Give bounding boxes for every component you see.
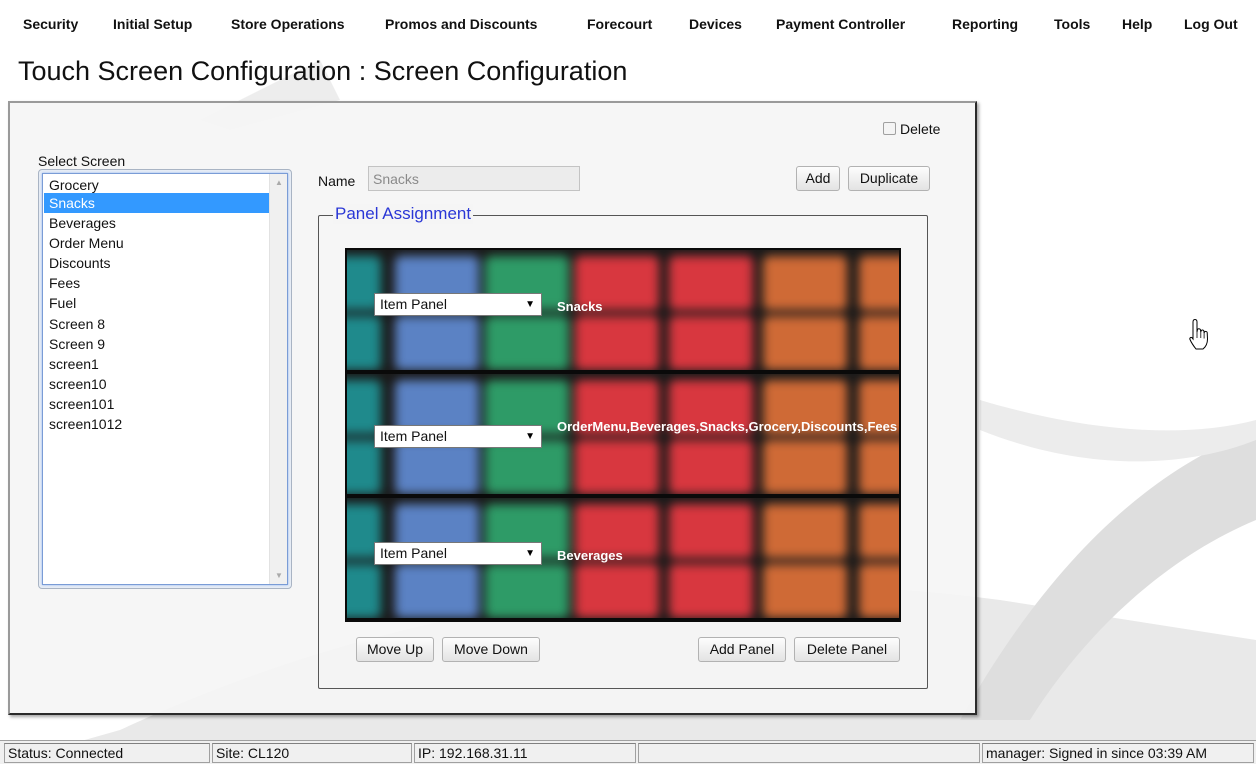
- move-down-button[interactable]: Move Down: [442, 637, 540, 662]
- add-button[interactable]: Add: [796, 166, 840, 191]
- panel-type-value: Item Panel: [380, 296, 447, 312]
- status-ip: IP: 192.168.31.11: [414, 743, 636, 763]
- page-title: Touch Screen Configuration : Screen Conf…: [18, 56, 628, 86]
- panel-tile: [763, 440, 847, 494]
- scroll-down-arrow-icon[interactable]: ▼: [275, 571, 283, 580]
- panel-preview-area: Item Panel ▼ Snacks Item Panel ▼ OrderMe…: [345, 248, 901, 622]
- panel-tile: [859, 316, 899, 370]
- screen-list-item[interactable]: Grocery: [44, 175, 269, 195]
- select-screen-label: Select Screen: [38, 153, 126, 169]
- panel-tile: [763, 316, 847, 370]
- panel-tile: [395, 564, 479, 618]
- panel-assignment-group: Panel Assignment Item Panel ▼ Snacks Ite…: [318, 204, 928, 689]
- menu-item-help[interactable]: Help: [1122, 16, 1152, 32]
- screen-configuration-form: Delete Select Screen Grocery Snacks Beve…: [8, 101, 977, 715]
- panel-type-select[interactable]: Item Panel ▼: [374, 542, 542, 565]
- menu-item-initial-setup[interactable]: Initial Setup: [113, 16, 192, 32]
- status-bar: Status: Connected Site: CL120 IP: 192.16…: [0, 740, 1256, 764]
- menu-item-reporting[interactable]: Reporting: [952, 16, 1018, 32]
- menu-item-store-operations[interactable]: Store Operations: [231, 16, 345, 32]
- screen-list-item[interactable]: Fuel: [44, 293, 269, 313]
- panel-tile: [347, 316, 381, 370]
- panel-tile: [763, 564, 847, 618]
- panel-tile: [347, 564, 381, 618]
- screen-list-item[interactable]: screen10: [44, 374, 269, 394]
- status-user: manager: Signed in since 03:39 AM: [982, 743, 1254, 763]
- screen-list-item[interactable]: Fees: [44, 273, 269, 293]
- menu-item-log-out[interactable]: Log Out: [1184, 16, 1238, 32]
- add-panel-button[interactable]: Add Panel: [698, 637, 786, 662]
- list-scrollbar[interactable]: ▲ ▼: [269, 174, 287, 584]
- menu-item-devices[interactable]: Devices: [689, 16, 742, 32]
- panel-tile: [669, 564, 753, 618]
- scroll-up-arrow-icon[interactable]: ▲: [275, 178, 283, 187]
- screen-list-item[interactable]: Screen 9: [44, 334, 269, 354]
- panel-tile: [485, 564, 569, 618]
- screen-list-item[interactable]: Order Menu: [44, 233, 269, 253]
- panel-tile: [859, 564, 899, 618]
- panel-tile: [669, 316, 753, 370]
- panel-type-select[interactable]: Item Panel ▼: [374, 425, 542, 448]
- panel-row[interactable]: Item Panel ▼ Beverages: [347, 498, 899, 618]
- delete-checkbox[interactable]: Delete: [883, 121, 940, 137]
- menu-item-payment-controller[interactable]: Payment Controller: [776, 16, 905, 32]
- screen-list-item-selected[interactable]: Snacks: [44, 193, 269, 213]
- panel-tile: [485, 440, 569, 494]
- menu-item-security[interactable]: Security: [23, 16, 78, 32]
- delete-panel-button[interactable]: Delete Panel: [794, 637, 900, 662]
- panel-tile: [347, 440, 381, 494]
- name-label: Name: [318, 173, 356, 189]
- panel-type-select[interactable]: Item Panel ▼: [374, 293, 542, 316]
- panel-screens-label: Snacks: [557, 299, 603, 314]
- panel-tile: [395, 440, 479, 494]
- panel-tile: [485, 316, 569, 370]
- panel-tile: [575, 564, 659, 618]
- panel-screens-label: OrderMenu,Beverages,Snacks,Grocery,Disco…: [557, 419, 898, 434]
- status-spacer: [638, 743, 980, 763]
- dropdown-arrow-icon: ▼: [525, 431, 535, 442]
- panel-row[interactable]: Item Panel ▼ OrderMenu,Beverages,Snacks,…: [347, 374, 899, 494]
- panel-screens-label: Beverages: [557, 548, 623, 563]
- panel-row[interactable]: Item Panel ▼ Snacks: [347, 250, 899, 370]
- status-site: Site: CL120: [212, 743, 412, 763]
- screen-list-item[interactable]: screen1: [44, 354, 269, 374]
- checkbox-icon[interactable]: [883, 122, 896, 135]
- dropdown-arrow-icon: ▼: [525, 299, 535, 310]
- screen-list-item[interactable]: Beverages: [44, 213, 269, 233]
- panel-type-value: Item Panel: [380, 428, 447, 444]
- screen-list-item[interactable]: Screen 8: [44, 314, 269, 334]
- status-connection: Status: Connected: [4, 743, 210, 763]
- menu-item-tools[interactable]: Tools: [1054, 16, 1090, 32]
- main-menu-bar: Security Initial Setup Store Operations …: [0, 0, 1256, 50]
- screen-list-item[interactable]: screen1012: [44, 414, 269, 434]
- move-up-button[interactable]: Move Up: [356, 637, 434, 662]
- menu-item-promos-and-discounts[interactable]: Promos and Discounts: [385, 16, 537, 32]
- duplicate-button[interactable]: Duplicate: [848, 166, 930, 191]
- panel-tile: [669, 440, 753, 494]
- panel-tile: [859, 440, 899, 494]
- panel-type-value: Item Panel: [380, 545, 447, 561]
- panel-assignment-legend: Panel Assignment: [333, 204, 474, 224]
- menu-item-forecourt[interactable]: Forecourt: [587, 16, 652, 32]
- screen-list-item[interactable]: screen101: [44, 394, 269, 414]
- hand-pointer-icon: [1189, 318, 1209, 350]
- dropdown-arrow-icon: ▼: [525, 548, 535, 559]
- panel-tile: [575, 440, 659, 494]
- panel-tile: [575, 316, 659, 370]
- screen-listbox[interactable]: Grocery Snacks Beverages Order Menu Disc…: [38, 169, 292, 589]
- delete-checkbox-label: Delete: [900, 121, 941, 137]
- screen-list-item[interactable]: Discounts: [44, 253, 269, 273]
- name-input[interactable]: [368, 166, 580, 191]
- panel-tile: [395, 316, 479, 370]
